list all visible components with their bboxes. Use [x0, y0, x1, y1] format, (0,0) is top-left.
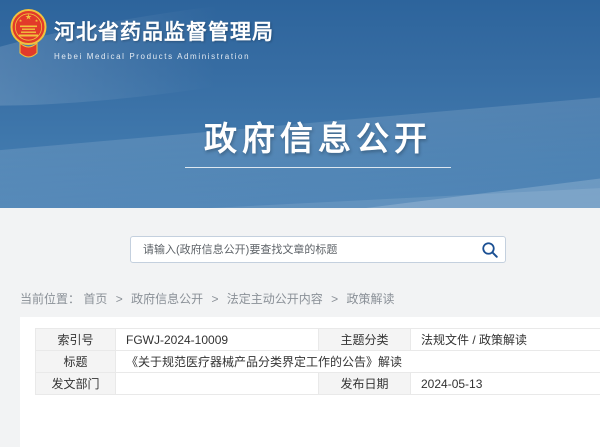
- svg-text:★: ★: [19, 18, 23, 23]
- breadcrumb-separator: >: [211, 292, 218, 306]
- breadcrumb-label: 当前位置：: [20, 292, 80, 306]
- publish-date-label: 发布日期: [319, 373, 411, 395]
- breadcrumb-item-statutory-content[interactable]: 法定主动公开内容: [227, 292, 323, 306]
- table-row: 索引号 FGWJ-2024-10009 主题分类 法规文件 / 政策解读: [36, 329, 600, 351]
- table-row: 标题 《关于规范医疗器械产品分类界定工作的公告》解读: [36, 351, 600, 373]
- banner-title: 政府信息公开: [0, 112, 600, 160]
- publish-date-value: 2024-05-13: [411, 373, 600, 395]
- issuing-department-value: [116, 373, 319, 395]
- title-label: 标题: [36, 351, 116, 373]
- search-input[interactable]: [131, 237, 475, 262]
- index-number-label: 索引号: [36, 329, 116, 351]
- breadcrumb-separator: >: [116, 292, 123, 306]
- svg-text:★: ★: [35, 18, 39, 23]
- search-icon[interactable]: [475, 237, 505, 262]
- china-national-emblem-icon: ★ ★ ★: [10, 8, 47, 61]
- site-subtitle: Hebei Medical Products Administration: [54, 52, 274, 61]
- site-header: ★ ★ ★ 河北省药品监督管理局 Hebei Medical Products …: [0, 0, 600, 208]
- breadcrumb-separator: >: [331, 292, 338, 306]
- breadcrumb-item-home[interactable]: 首页: [83, 292, 107, 306]
- topic-category-label: 主题分类: [319, 329, 411, 351]
- breadcrumb-item-policy-interpretation[interactable]: 政策解读: [347, 292, 395, 306]
- svg-text:★: ★: [25, 13, 32, 22]
- site-brand[interactable]: ★ ★ ★ 河北省药品监督管理局 Hebei Medical Products …: [10, 8, 274, 61]
- document-meta-table: 索引号 FGWJ-2024-10009 主题分类 法规文件 / 政策解读 标题 …: [35, 328, 600, 395]
- banner-underline: [185, 167, 451, 168]
- table-row: 发文部门 发布日期 2024-05-13: [36, 373, 600, 395]
- breadcrumb: 当前位置： 首页 > 政府信息公开 > 法定主动公开内容 > 政策解读: [20, 290, 395, 307]
- page-viewport: ★ ★ ★ 河北省药品监督管理局 Hebei Medical Products …: [0, 0, 600, 420]
- title-value: 《关于规范医疗器械产品分类界定工作的公告》解读: [116, 351, 600, 373]
- index-number-value: FGWJ-2024-10009: [116, 329, 319, 351]
- search-bar: [130, 236, 506, 263]
- site-title: 河北省药品监督管理局: [54, 16, 274, 46]
- breadcrumb-item-info-disclosure[interactable]: 政府信息公开: [131, 292, 203, 306]
- topic-category-value: 法规文件 / 政策解读: [411, 329, 600, 351]
- document-info-card: 索引号 FGWJ-2024-10009 主题分类 法规文件 / 政策解读 标题 …: [20, 317, 600, 447]
- issuing-department-label: 发文部门: [36, 373, 116, 395]
- content-area: 当前位置： 首页 > 政府信息公开 > 法定主动公开内容 > 政策解读 索引号 …: [0, 208, 600, 420]
